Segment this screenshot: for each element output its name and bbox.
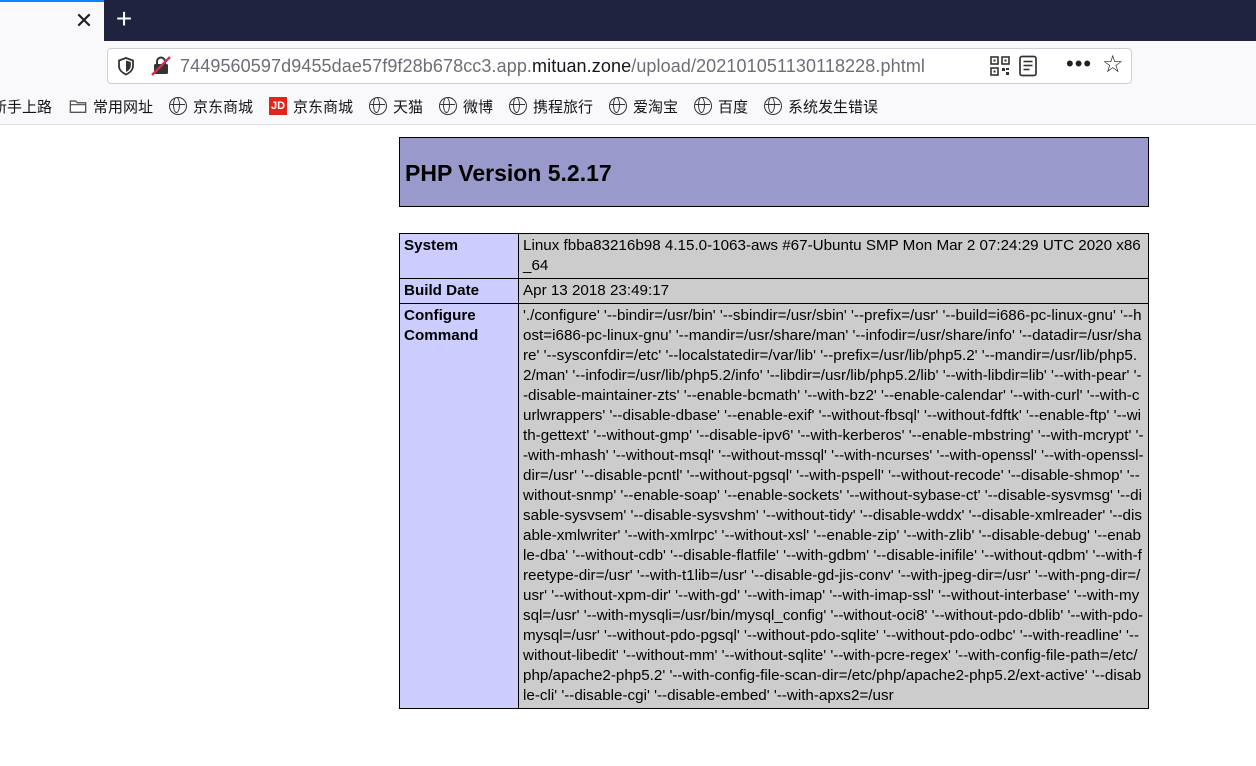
bookmarks-toolbar: 新手上路 常用网址 京东商城 JD京东商城 天猫 微博 携程旅行 爱淘宝 百度 … (0, 91, 1256, 125)
insecure-connection-icon[interactable] (150, 55, 172, 77)
bookmark-item[interactable]: 爱淘宝 (609, 91, 678, 125)
reader-view-icon[interactable] (1018, 55, 1038, 77)
page-content: PHP Version 5.2.17 System Linux fbba8321… (0, 125, 1256, 766)
bookmark-label: 京东商城 (293, 99, 354, 116)
table-row: Configure Command './configure' '--bindi… (399, 303, 1149, 709)
navigation-toolbar: 7449560597d9455dae57f9f28b678cc3.app.mit… (0, 41, 1256, 91)
bookmark-label: 百度 (718, 99, 749, 116)
url-path: /upload/20210105113011822​8.phtml (631, 56, 926, 76)
bookmark-item[interactable]: 京东商城 (169, 91, 253, 125)
url-domain: mituan.zone (532, 56, 632, 76)
bookmark-label: 京东商城 (193, 99, 254, 116)
tracking-protection-shield-icon[interactable] (116, 56, 136, 76)
globe-icon (694, 97, 712, 116)
row-value: Apr 13 2018 23:49:17 (518, 278, 1149, 304)
address-bar[interactable]: 7449560597d9455dae57f9f28b678cc3.app.mit… (107, 48, 1132, 84)
jd-logo-icon: JD (269, 97, 287, 116)
page-actions-menu-icon[interactable]: ••• (1066, 49, 1092, 83)
php-version-header: PHP Version 5.2.17 (399, 137, 1149, 207)
close-tab-icon[interactable]: ✕ (72, 9, 96, 33)
tab-strip: ✕ + (0, 0, 1256, 41)
globe-icon (509, 97, 527, 116)
bookmark-item[interactable]: 微博 (439, 91, 493, 125)
page-title: PHP Version 5.2.17 (405, 160, 612, 186)
row-value: './configure' '--bindir=/usr/bin' '--sbi… (518, 303, 1149, 709)
globe-icon (169, 97, 187, 116)
bookmark-label: 天猫 (393, 99, 424, 116)
row-key: System (399, 233, 519, 279)
bookmark-star-icon[interactable]: ☆ (1102, 53, 1126, 77)
bookmark-item[interactable]: 新手上路 (0, 91, 52, 125)
new-tab-icon[interactable]: + (110, 5, 138, 34)
globe-icon (369, 97, 387, 116)
bookmark-item[interactable]: 系统发生错误 (764, 91, 878, 125)
url-text[interactable]: 7449560597d9455dae57f9f28b678cc3.app.mit… (180, 49, 925, 83)
table-row: System Linux fbba83216b98 4.15.0-1063-aw… (399, 233, 1149, 279)
globe-icon (609, 97, 627, 116)
bookmark-label: 携程旅行 (533, 99, 594, 116)
bookmark-label: 微博 (463, 99, 494, 116)
bookmark-item[interactable]: JD 京东商城 (269, 91, 353, 125)
table-row: Build Date Apr 13 2018 23:49:17 (399, 278, 1149, 304)
bookmark-label: 爱淘宝 (633, 99, 679, 116)
globe-icon (439, 97, 457, 116)
bookmark-label: 新手上路 (0, 99, 53, 116)
url-prefix: 7449560597d9455dae57f9f28b678cc3.app. (180, 56, 533, 76)
bookmark-folder[interactable]: 常用网址 (69, 91, 153, 125)
bookmark-label: 系统发生错误 (788, 99, 879, 116)
bookmark-item[interactable]: 天猫 (369, 91, 423, 125)
folder-icon (69, 100, 87, 114)
globe-icon (764, 97, 782, 116)
qr-code-icon[interactable] (990, 56, 1010, 76)
row-key: Configure Command (399, 303, 519, 709)
active-tab[interactable]: ✕ (0, 0, 104, 41)
bookmark-label: 常用网址 (93, 99, 154, 116)
bookmark-item[interactable]: 携程旅行 (509, 91, 593, 125)
bookmark-item[interactable]: 百度 (694, 91, 748, 125)
phpinfo-table: System Linux fbba83216b98 4.15.0-1063-aw… (399, 233, 1149, 709)
row-key: Build Date (399, 278, 519, 304)
row-value: Linux fbba83216b98 4.15.0-1063-aws #67-U… (518, 233, 1149, 279)
